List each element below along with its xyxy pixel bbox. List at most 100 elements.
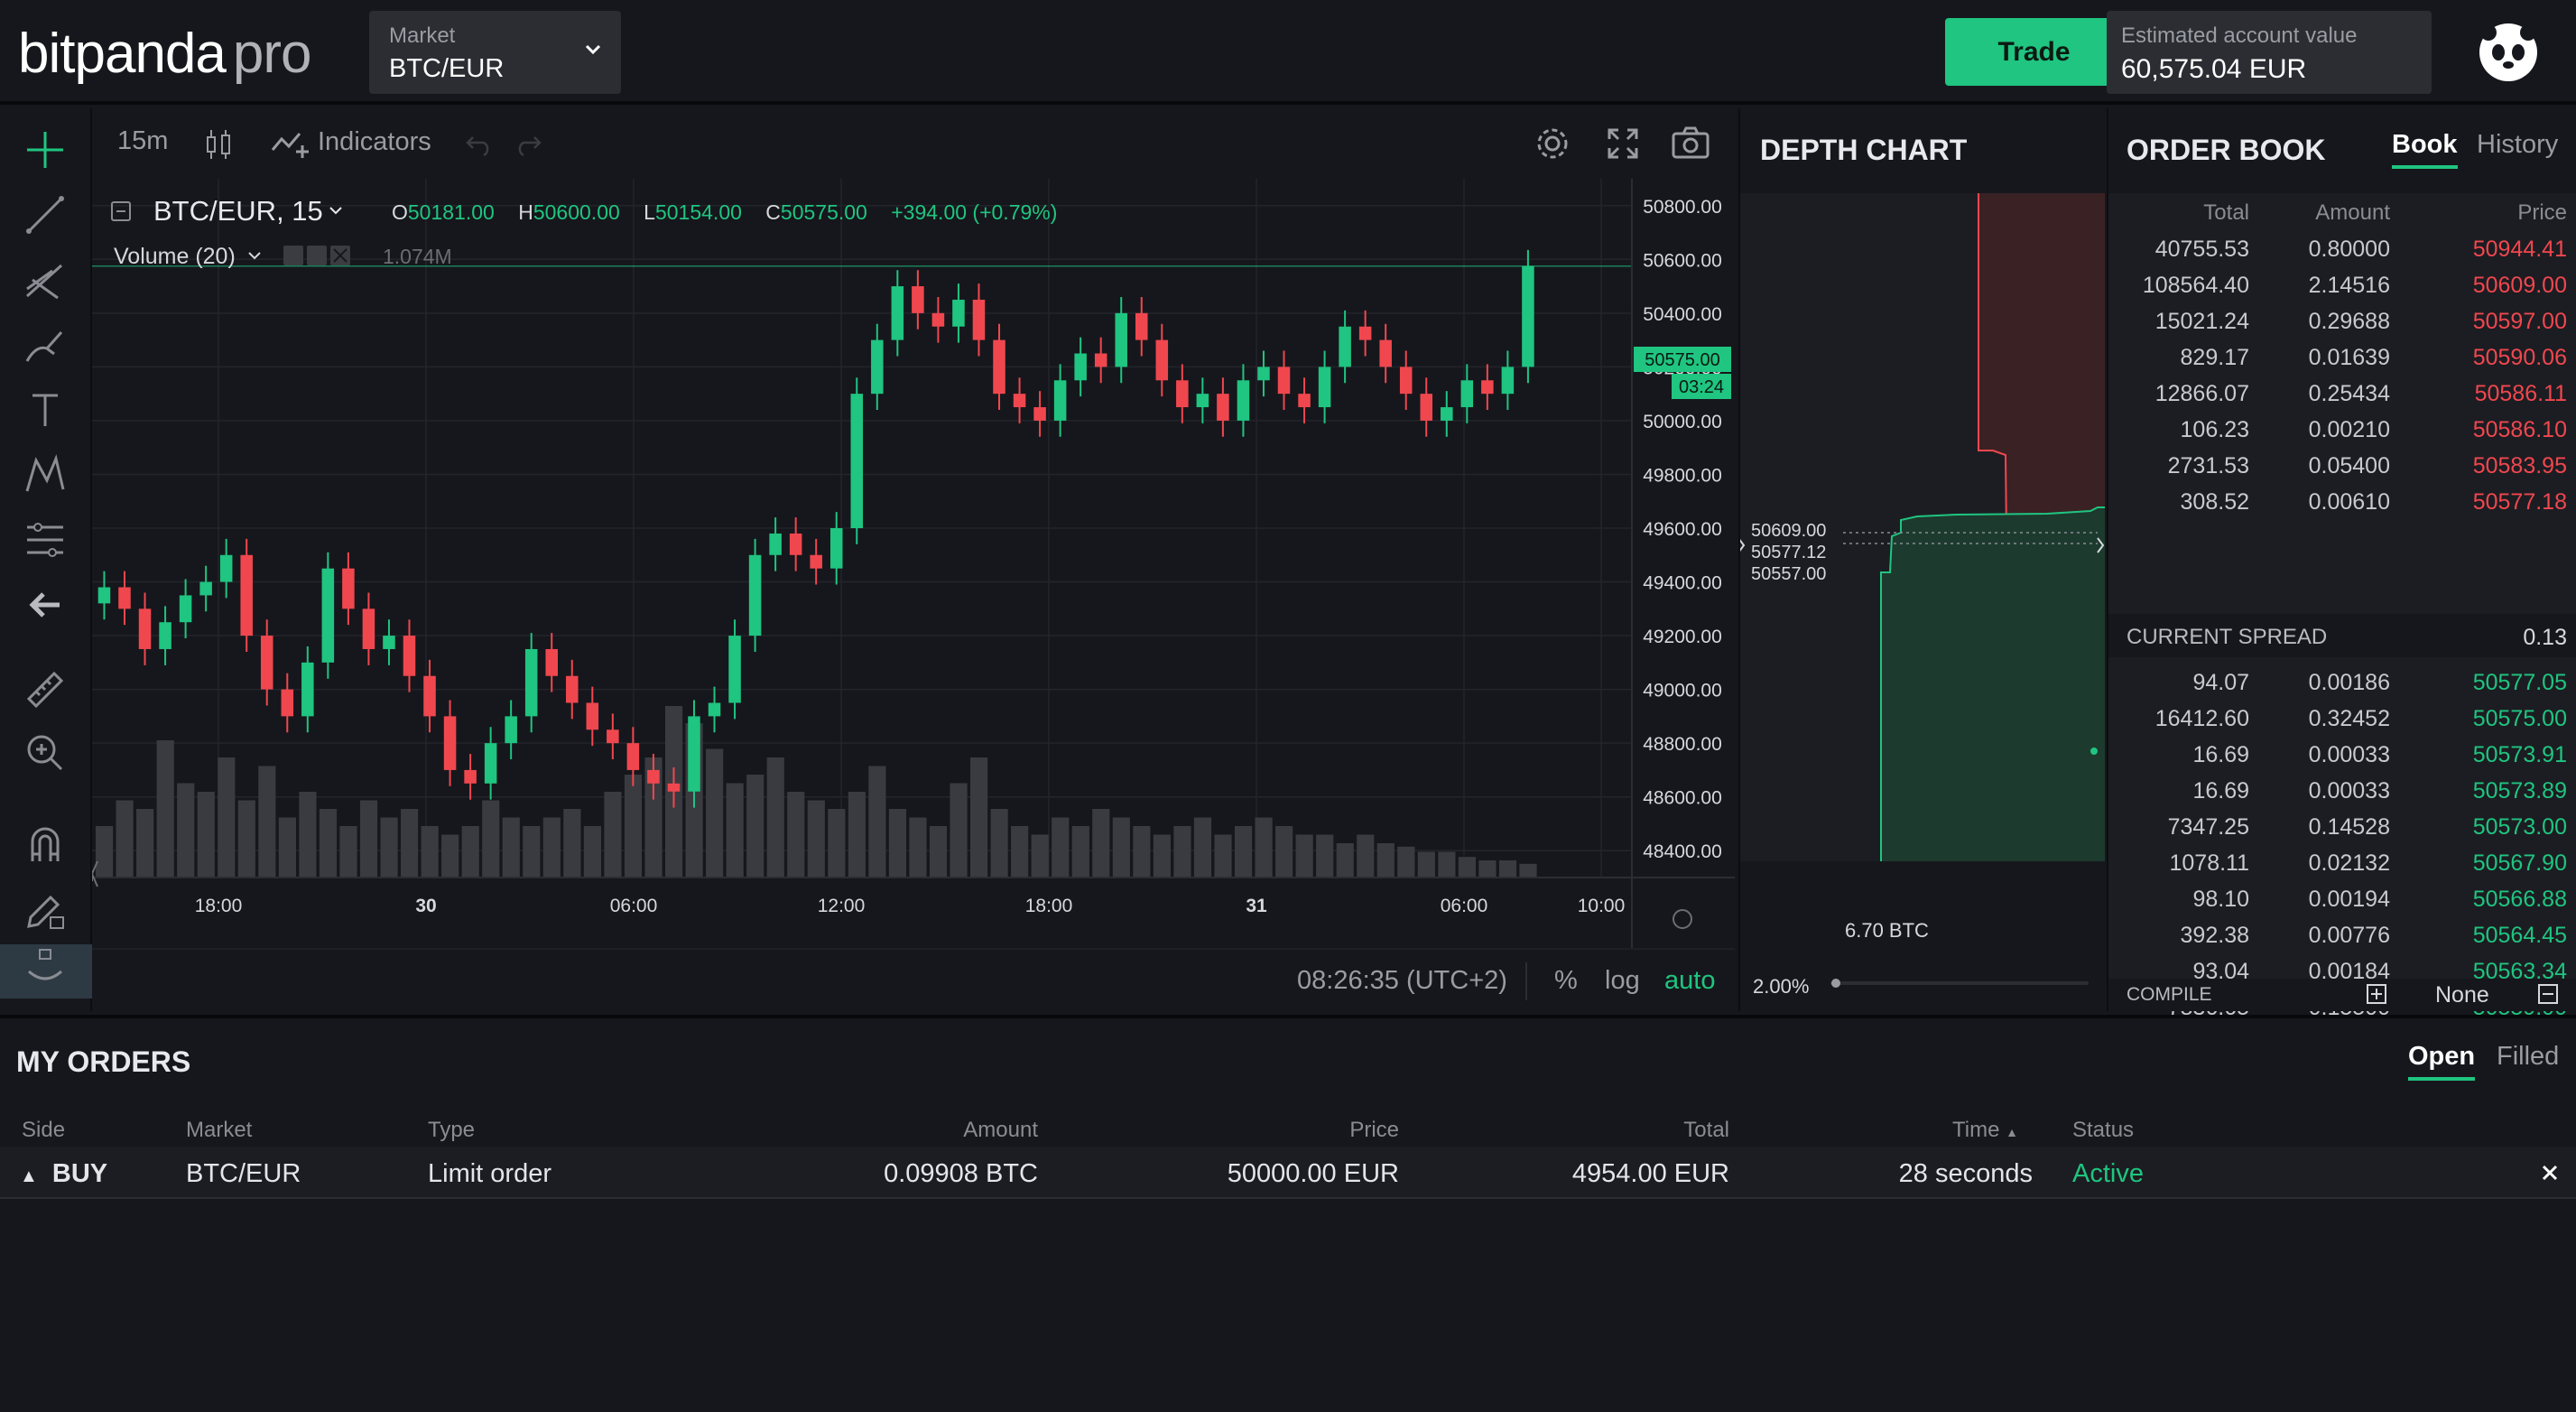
ask-row[interactable]: 12866.07 0.25434 50586.11 (2108, 376, 2576, 412)
bitpanda-pro-logo[interactable]: bitpanda pro (18, 20, 311, 88)
gear-icon[interactable] (307, 246, 327, 265)
bid-row[interactable]: 16.69 0.00033 50573.89 (2108, 773, 2576, 809)
tab-open[interactable]: Open (2408, 1042, 2476, 1081)
undo-icon[interactable] (464, 128, 495, 159)
tab-book[interactable]: Book (2392, 130, 2458, 169)
volume-bar (1295, 834, 1313, 878)
candle-body (748, 554, 762, 636)
trend-line-tool[interactable] (18, 188, 72, 242)
col-amount[interactable]: Amount (963, 1118, 1038, 1143)
hide-drawings-tool[interactable] (0, 944, 92, 999)
close-icon[interactable] (2536, 1159, 2563, 1186)
ask-total: 2731.53 (2167, 453, 2249, 478)
volume-bar (197, 792, 215, 878)
bid-row[interactable]: 7347.25 0.14528 50573.00 (2108, 809, 2576, 845)
percent-scale-button[interactable]: % (1554, 966, 1578, 996)
y-tick-label: 48800.00 (1643, 734, 1722, 755)
table-row[interactable]: ▲ BUY BTC/EUR Limit order 0.09908 BTC 50… (0, 1147, 2576, 1199)
ask-amount: 0.00210 (2308, 417, 2390, 442)
col-market[interactable]: Market (186, 1118, 252, 1143)
compile-value[interactable]: None (2435, 982, 2489, 1008)
auto-scale-button[interactable]: auto (1664, 966, 1715, 996)
depth-zoom-slider[interactable] (1830, 979, 2089, 988)
zoom-tool[interactable] (18, 726, 72, 780)
volume-indicator-label[interactable]: Volume (20) (114, 244, 236, 269)
bid-amount: 0.00186 (2308, 670, 2390, 695)
chart-clock[interactable]: 08:26:35 (UTC+2) (1297, 966, 1507, 996)
ask-row[interactable]: 2731.53 0.05400 50583.95 (2108, 448, 2576, 484)
chart-symbol-title[interactable]: BTC/EUR, 15 (153, 195, 323, 227)
ask-row[interactable]: 106.23 0.00210 50586.10 (2108, 412, 2576, 448)
pattern-tool[interactable] (18, 448, 72, 502)
ask-row[interactable]: 308.52 0.00610 50577.18 (2108, 484, 2576, 520)
ask-row[interactable]: 40755.53 0.80000 50944.41 (2108, 231, 2576, 267)
candle-body (97, 587, 111, 604)
pitchfork-tool[interactable] (18, 253, 72, 307)
candle-body (240, 554, 253, 636)
fib-tool[interactable] (18, 513, 72, 567)
ask-row[interactable]: 108564.40 2.14516 50609.00 (2108, 267, 2576, 303)
candle-body (1379, 339, 1392, 367)
magnet-tool[interactable] (18, 818, 72, 872)
bid-row[interactable]: 98.10 0.00194 50566.88 (2108, 881, 2576, 917)
volume-bar (1255, 817, 1273, 878)
col-total: Total (2203, 200, 2249, 225)
logo-sub: pro (232, 23, 312, 85)
x-tick-label: 31 (1246, 896, 1267, 916)
candlestick-icon[interactable] (200, 126, 236, 163)
col-side[interactable]: Side (22, 1118, 65, 1143)
volume-bar (237, 800, 255, 878)
log-scale-button[interactable]: log (1605, 966, 1640, 996)
gear-icon[interactable] (1532, 123, 1573, 164)
candle-body (708, 702, 721, 717)
fullscreen-icon[interactable] (1602, 123, 1644, 164)
compile-row: COMPILE None (2108, 979, 2576, 1011)
drawing-toolbar (0, 108, 92, 1011)
bid-depth-area (1881, 507, 2105, 861)
trend-line-icon (26, 196, 64, 234)
bid-row[interactable]: 16412.60 0.32452 50575.00 (2108, 701, 2576, 737)
bid-row[interactable]: 392.38 0.00776 50564.45 (2108, 917, 2576, 953)
trade-button[interactable]: Trade (1945, 18, 2123, 86)
ask-row[interactable]: 15021.24 0.29688 50597.00 (2108, 303, 2576, 339)
depth-chart[interactable]: 50609.00 50577.12 50557.00 (1740, 193, 2105, 861)
tab-history[interactable]: History (2477, 130, 2558, 160)
timeframe-selector[interactable]: 15m (117, 126, 168, 156)
candlestick-chart[interactable]: 50800.0050600.0050400.0050200.0050000.00… (92, 179, 1735, 948)
y-tick-label: 49000.00 (1643, 681, 1722, 701)
crosshair-tool[interactable] (18, 123, 72, 177)
back-tool[interactable] (18, 578, 72, 632)
lock-drawings-tool[interactable] (18, 883, 72, 937)
text-tool[interactable] (18, 383, 72, 437)
redo-icon[interactable] (513, 128, 543, 159)
minus-icon[interactable] (2534, 980, 2562, 1008)
pitchfork-icon (25, 264, 63, 300)
eye-icon[interactable] (283, 246, 303, 265)
bid-row[interactable]: 94.07 0.00186 50577.05 (2108, 664, 2576, 701)
candle-body (301, 662, 314, 717)
panda-avatar-icon[interactable] (2477, 20, 2540, 83)
order-type: Limit order (428, 1159, 551, 1188)
col-time[interactable]: Time ▲ (1952, 1118, 2018, 1143)
candle-body (524, 648, 538, 717)
volume-bar (604, 792, 622, 878)
ask-row[interactable]: 829.17 0.01639 50590.06 (2108, 339, 2576, 376)
chart-settings-icon[interactable] (1673, 909, 1692, 929)
col-price[interactable]: Price (1349, 1118, 1399, 1143)
my-orders-title: MY ORDERS (16, 1045, 191, 1078)
depth-price-bid: 50557.00 (1751, 564, 1826, 584)
col-total[interactable]: Total (1683, 1118, 1729, 1143)
bid-row[interactable]: 1078.11 0.02132 50567.90 (2108, 845, 2576, 881)
col-status[interactable]: Status (2072, 1118, 2134, 1143)
tab-filled[interactable]: Filled (2497, 1042, 2559, 1072)
bid-row[interactable]: 16.69 0.00033 50573.91 (2108, 737, 2576, 773)
depth-chart-title: DEPTH CHART (1760, 134, 1968, 166)
market-selector[interactable]: Market BTC/EUR (369, 11, 621, 94)
col-type[interactable]: Type (428, 1118, 475, 1143)
camera-icon[interactable] (1670, 123, 1711, 164)
plus-icon[interactable] (2363, 980, 2390, 1008)
close-label: C (765, 200, 781, 224)
measure-tool[interactable] (18, 661, 72, 715)
brush-tool[interactable] (18, 318, 72, 372)
x-tick-label: 18:00 (195, 896, 243, 916)
